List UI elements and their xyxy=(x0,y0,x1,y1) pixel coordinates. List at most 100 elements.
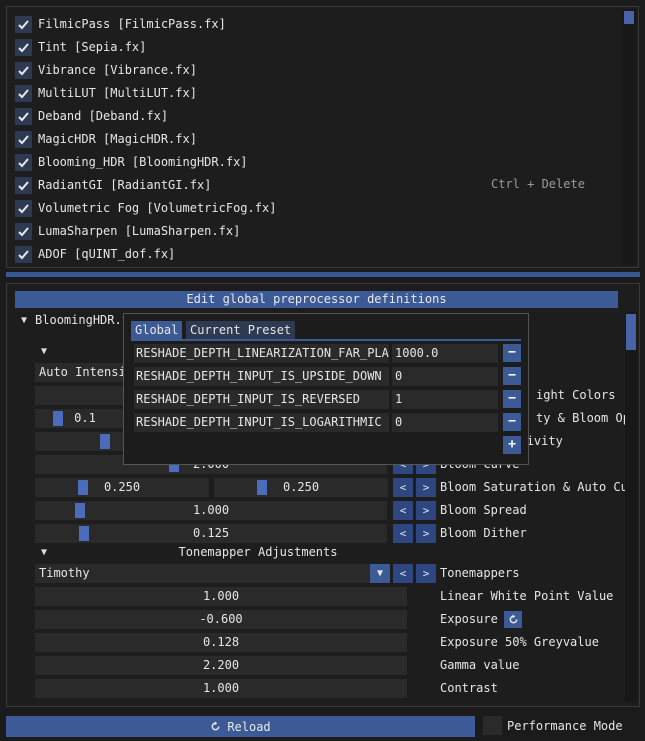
checkbox[interactable] xyxy=(15,245,32,263)
row-label: Gamma value xyxy=(440,658,520,672)
decrement-button[interactable]: < xyxy=(393,501,413,520)
slider[interactable]: 1.000 xyxy=(35,501,387,520)
tab-underline xyxy=(131,339,521,341)
scrollbar-thumb[interactable] xyxy=(626,314,636,350)
technique-row-blooming-hdr[interactable]: Blooming_HDR [BloomingHDR.fx] xyxy=(15,152,248,172)
technique-label: FilmicPass [FilmicPass.fx] xyxy=(38,17,226,31)
slider[interactable]: 0.1 xyxy=(35,409,135,428)
definition-value-field[interactable]: 1000.0 xyxy=(392,344,498,363)
technique-row-tint[interactable]: Tint [Sepia.fx] xyxy=(15,37,146,57)
checkbox[interactable] xyxy=(15,61,32,79)
checkbox[interactable] xyxy=(15,199,32,217)
checkbox[interactable] xyxy=(15,107,32,125)
slider[interactable]: -0.600 xyxy=(35,610,407,629)
row-label: ty & Bloom Op xyxy=(536,411,630,425)
technique-label: Blooming_HDR [BloomingHDR.fx] xyxy=(38,155,248,169)
slider-value: 0.128 xyxy=(202,635,240,649)
row-label: ight Colors xyxy=(536,388,616,402)
row-label: Bloom Saturation & Auto Cu xyxy=(440,480,628,494)
increment-button[interactable]: > xyxy=(416,564,436,583)
splitter[interactable] xyxy=(6,272,640,277)
slider[interactable] xyxy=(35,386,135,405)
edit-preprocessor-button[interactable]: Edit global preprocessor definitions xyxy=(15,291,618,308)
increment-button[interactable]: > xyxy=(416,478,436,497)
preprocessor-popup: Global Current Preset RESHADE_DEPTH_LINE… xyxy=(123,313,529,465)
effect-header-label: BloomingHDR.f xyxy=(35,313,129,327)
slider[interactable]: 0.125 xyxy=(35,524,387,543)
expand-arrow-icon: ▼ xyxy=(41,346,48,357)
definition-name-field[interactable]: RESHADE_DEPTH_INPUT_IS_UPSIDE_DOWN xyxy=(134,367,389,386)
slider-value: 0.125 xyxy=(192,526,230,540)
slider[interactable]: 1.000 xyxy=(35,679,407,698)
slider[interactable]: 0.250 xyxy=(214,478,388,497)
remove-definition-button[interactable]: − xyxy=(503,390,521,408)
tonemapper-combo[interactable]: Timothy ▼ xyxy=(35,564,390,583)
row-label: Exposure xyxy=(440,612,498,626)
sub-category-header[interactable]: ▼ xyxy=(41,346,55,357)
remove-definition-button[interactable]: − xyxy=(503,344,521,362)
technique-scrollbar[interactable] xyxy=(622,9,636,265)
checkbox[interactable] xyxy=(15,38,32,56)
technique-row-multilut[interactable]: MultiLUT [MultiLUT.fx] xyxy=(15,83,197,103)
tab-current-preset[interactable]: Current Preset xyxy=(186,321,296,339)
decrement-button[interactable]: < xyxy=(393,564,413,583)
refresh-icon xyxy=(211,721,220,731)
reload-button[interactable]: Reload xyxy=(6,716,475,737)
performance-mode-checkbox[interactable] xyxy=(483,716,502,735)
slider-value: 0.1 xyxy=(74,411,96,425)
decrement-button[interactable]: < xyxy=(393,478,413,497)
remove-definition-button[interactable]: − xyxy=(503,413,521,431)
slider[interactable]: 2.200 xyxy=(35,656,407,675)
tonemapper-section-header[interactable]: ▼ Tonemapper Adjustments xyxy=(41,545,601,559)
technique-row-lumasharpen[interactable]: LumaSharpen [LumaSharpen.fx] xyxy=(15,221,240,241)
technique-row-adof[interactable]: ADOF [qUINT_dof.fx] xyxy=(15,244,175,264)
settings-scrollbar[interactable] xyxy=(625,312,637,702)
definition-name-field[interactable]: RESHADE_DEPTH_INPUT_IS_REVERSED xyxy=(134,390,389,409)
technique-label: MultiLUT [MultiLUT.fx] xyxy=(38,86,197,100)
slider-value: -0.600 xyxy=(199,612,243,626)
decrement-button[interactable]: < xyxy=(393,524,413,543)
effect-header[interactable]: ▼ BloomingHDR.f xyxy=(21,313,129,327)
technique-row-deband[interactable]: Deband [Deband.fx] xyxy=(15,106,168,126)
slider-value: 1.000 xyxy=(192,503,230,517)
increment-button[interactable]: > xyxy=(416,524,436,543)
checkbox[interactable] xyxy=(15,153,32,171)
definition-value-field[interactable]: 0 xyxy=(392,367,498,386)
checkbox[interactable] xyxy=(15,222,32,240)
checkbox[interactable] xyxy=(15,130,32,148)
technique-row-magichdr[interactable]: MagicHDR [MagicHDR.fx] xyxy=(15,129,197,149)
expand-arrow-icon: ▼ xyxy=(21,314,28,326)
add-definition-button[interactable]: + xyxy=(503,436,521,454)
definition-value-field[interactable]: 0 xyxy=(392,413,498,432)
row-label: Bloom Dither xyxy=(440,526,527,540)
dropdown-arrow-icon[interactable]: ▼ xyxy=(370,564,390,583)
definition-value-field[interactable]: 1 xyxy=(392,390,498,409)
combo-value: Auto Intensi xyxy=(39,365,126,379)
auto-intensity-combo[interactable]: Auto Intensi xyxy=(35,363,135,382)
technique-row-filmicpass[interactable]: FilmicPass [FilmicPass.fx] xyxy=(15,14,226,34)
tab-global[interactable]: Global xyxy=(131,321,183,339)
slider[interactable]: 0.250 xyxy=(35,478,209,497)
remove-definition-button[interactable]: − xyxy=(503,367,521,385)
reload-label: Reload xyxy=(227,719,271,734)
reset-icon[interactable] xyxy=(504,611,522,628)
definition-name-field[interactable]: RESHADE_DEPTH_INPUT_IS_LOGARITHMIC xyxy=(134,413,389,432)
checkbox[interactable] xyxy=(15,84,32,102)
slider[interactable]: 1.000 xyxy=(35,587,407,606)
slider-value: 1.000 xyxy=(202,589,240,603)
checkbox[interactable] xyxy=(15,15,32,33)
definition-name-field[interactable]: RESHADE_DEPTH_LINEARIZATION_FAR_PLANE xyxy=(134,344,389,363)
increment-button[interactable]: > xyxy=(416,501,436,520)
combo-value: Timothy xyxy=(39,566,90,580)
slider-value: 0.250 xyxy=(103,480,141,494)
slider-value: 1.000 xyxy=(202,681,240,695)
shortcut-hint: Ctrl + Delete xyxy=(491,177,585,191)
scrollbar-thumb[interactable] xyxy=(624,11,634,24)
checkbox[interactable] xyxy=(15,176,32,194)
technique-row-radiantgi[interactable]: RadiantGI [RadiantGI.fx] xyxy=(15,175,211,195)
row-label: Contrast xyxy=(440,681,498,695)
slider[interactable]: 0.128 xyxy=(35,633,407,652)
row-label: Linear White Point Value xyxy=(440,589,614,603)
technique-row-volumetric-fog[interactable]: Volumetric Fog [VolumetricFog.fx] xyxy=(15,198,276,218)
technique-row-vibrance[interactable]: Vibrance [Vibrance.fx] xyxy=(15,60,197,80)
